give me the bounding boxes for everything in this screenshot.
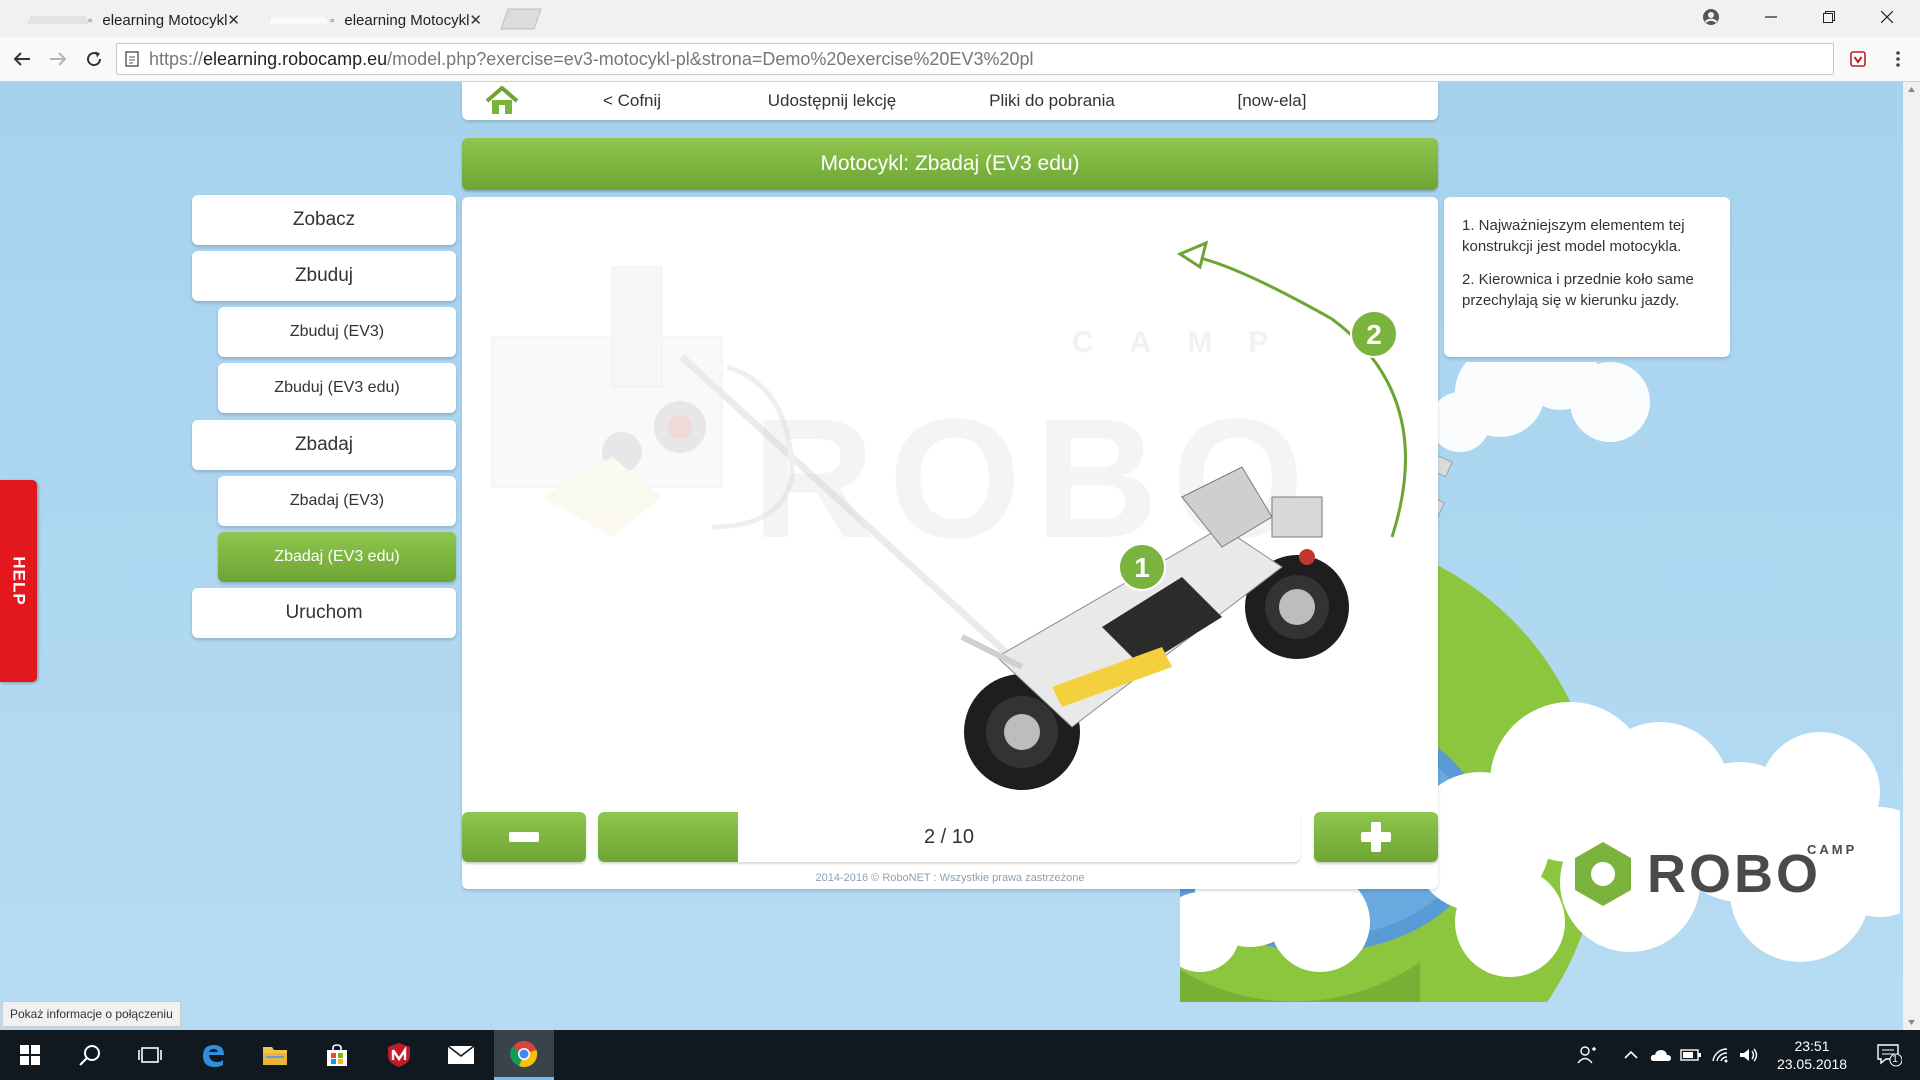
user-account-link[interactable]: [now-ela] xyxy=(1162,91,1382,111)
chrome-icon xyxy=(510,1040,538,1067)
logo-text: ROBO xyxy=(1647,844,1821,904)
mail-envelope-icon xyxy=(447,1045,475,1064)
motorcycle-illustration: CAMP ROBO 1 2 xyxy=(491,240,1407,790)
menu-item-zbadaj-ev3-edu[interactable]: Zbadaj (EV3 edu) xyxy=(218,532,456,582)
task-view-icon xyxy=(138,1047,162,1063)
new-tab-button[interactable] xyxy=(500,8,542,30)
onedrive-cloud-icon[interactable] xyxy=(1650,1044,1672,1066)
robocamp-favicon-icon xyxy=(330,18,334,22)
downloads-link[interactable]: Pliki do pobrania xyxy=(942,91,1162,111)
tab-shape xyxy=(268,15,331,25)
page-progress-bar: 2 / 10 xyxy=(598,812,1300,862)
wifi-icon[interactable] xyxy=(1710,1044,1732,1066)
mcafee-taskbar-button[interactable] xyxy=(369,1030,429,1080)
page-info-icon[interactable] xyxy=(125,51,139,67)
watermark-small: CAMP xyxy=(1072,326,1304,359)
forward-arrow-icon[interactable] xyxy=(44,45,72,73)
url-host: elearning.robocamp.eu xyxy=(203,48,388,69)
back-arrow-icon[interactable] xyxy=(8,45,36,73)
close-window-button[interactable] xyxy=(1864,0,1910,34)
minus-icon xyxy=(509,832,539,842)
plus-icon xyxy=(1361,822,1391,852)
help-tab[interactable]: HELP xyxy=(0,480,37,682)
menu-item-zbuduj-ev3-edu[interactable]: Zbuduj (EV3 edu) xyxy=(218,363,456,413)
info-point-2: 2. Kierownica i przednie koło same przec… xyxy=(1462,271,1694,309)
lesson-navbar: < Cofnij Udostępnij lekcję Pliki do pobr… xyxy=(462,82,1438,120)
show-hidden-icons-chevron-icon[interactable] xyxy=(1620,1044,1642,1066)
scrollbar-arrows xyxy=(1908,87,1915,1025)
start-button[interactable] xyxy=(0,1030,60,1080)
status-tooltip: Pokaż informacje o połączeniu xyxy=(2,1001,181,1027)
menu-item-uruchom[interactable]: Uruchom xyxy=(192,588,456,638)
pager: 2 / 10 xyxy=(462,812,1438,862)
browser-tab-bar: elearning Motocykl ✕ elearning Motocykl … xyxy=(0,0,1920,37)
menu-item-zbuduj[interactable]: Zbuduj xyxy=(192,251,456,301)
page-scrollbar[interactable] xyxy=(1903,82,1920,1030)
url-path: /model.php?exercise=ev3-motocykl-pl&stro… xyxy=(387,48,1034,69)
tab-title: elearning Motocykl xyxy=(102,11,228,29)
clock-time: 23:51 xyxy=(1794,1038,1830,1054)
search-button[interactable] xyxy=(60,1030,120,1080)
back-link[interactable]: < Cofnij xyxy=(562,91,702,111)
info-box: 1. Najważniejszym elementem tej konstruk… xyxy=(1444,197,1730,357)
menu-item-zbadaj-ev3[interactable]: Zbadaj (EV3) xyxy=(218,476,456,526)
page-counter: 2 / 10 xyxy=(923,825,975,848)
edge-taskbar-button[interactable] xyxy=(183,1030,243,1080)
folder-icon xyxy=(263,1047,287,1065)
lesson-image-panel: CAMP ROBO 1 2 xyxy=(462,197,1438,889)
mail-taskbar-button[interactable] xyxy=(431,1030,491,1080)
browser-tab-2[interactable]: elearning Motocykl ✕ xyxy=(244,3,496,37)
tab-close-icon[interactable]: ✕ xyxy=(469,11,482,29)
battery-icon[interactable] xyxy=(1680,1044,1702,1066)
mcafee-shield-icon xyxy=(388,1043,410,1067)
task-view-button[interactable] xyxy=(120,1030,180,1080)
browser-toolbar: https://elearning.robocamp.eu/model.php?… xyxy=(0,37,1920,82)
file-explorer-button[interactable] xyxy=(245,1030,305,1080)
system-clock[interactable]: 23:51 23.05.2018 xyxy=(1766,1037,1858,1073)
logo-small-text: CAMP xyxy=(1807,842,1857,857)
help-label: HELP xyxy=(9,556,29,606)
people-icon[interactable] xyxy=(1576,1044,1598,1066)
store-bag-icon xyxy=(327,1044,347,1066)
action-center-icon[interactable]: 1 xyxy=(1874,1044,1904,1067)
menu-item-zbuduj-ev3[interactable]: Zbuduj (EV3) xyxy=(218,307,456,357)
next-page-button[interactable] xyxy=(1314,812,1438,862)
store-button[interactable] xyxy=(307,1030,367,1080)
home-button[interactable] xyxy=(462,86,542,116)
minimize-button[interactable] xyxy=(1748,0,1794,34)
address-bar[interactable]: https://elearning.robocamp.eu/model.php?… xyxy=(116,43,1834,75)
browser-menu-icon[interactable] xyxy=(1884,45,1912,73)
clock-date: 23.05.2018 xyxy=(1776,1056,1848,1072)
search-icon xyxy=(79,1045,100,1066)
tab-shape xyxy=(28,15,89,25)
lesson-title: Motocykl: Zbadaj (EV3 edu) xyxy=(462,138,1438,190)
chrome-taskbar-button[interactable] xyxy=(494,1030,554,1080)
windows-taskbar: 23:51 23.05.2018 1 xyxy=(0,1030,1920,1080)
menu-item-zobacz[interactable]: Zobacz xyxy=(192,195,456,245)
home-icon xyxy=(485,86,519,114)
windows-logo-icon xyxy=(20,1045,40,1065)
volume-icon[interactable] xyxy=(1738,1044,1760,1066)
marker-1: 1 xyxy=(1134,552,1150,583)
marker-2: 2 xyxy=(1366,319,1382,350)
browser-tab-1[interactable]: elearning Motocykl ✕ xyxy=(4,3,254,37)
menu-item-zbadaj[interactable]: Zbadaj xyxy=(192,420,456,470)
reload-icon[interactable] xyxy=(80,45,108,73)
notification-count: 1 xyxy=(1892,1054,1898,1065)
robocamp-favicon-icon xyxy=(88,18,92,22)
tab-close-icon[interactable]: ✕ xyxy=(227,11,240,29)
copyright-footer: 2014-2016 © RoboNET : Wszystkie prawa za… xyxy=(815,872,1085,884)
share-lesson-link[interactable]: Udostępnij lekcję xyxy=(722,91,942,111)
url-scheme: https:// xyxy=(149,48,204,69)
previous-page-button[interactable] xyxy=(462,812,586,862)
edge-icon xyxy=(203,1045,224,1067)
restore-button[interactable] xyxy=(1806,0,1852,34)
extension-shield-icon[interactable] xyxy=(1844,45,1872,73)
tab-title: elearning Motocykl xyxy=(344,11,470,29)
profile-icon[interactable] xyxy=(1688,0,1734,34)
page-viewport: ROBO CAMP < Cofnij Udostępnij lekcję Pli… xyxy=(0,82,1920,1030)
info-point-1: 1. Najważniejszym elementem tej konstruk… xyxy=(1462,217,1685,255)
